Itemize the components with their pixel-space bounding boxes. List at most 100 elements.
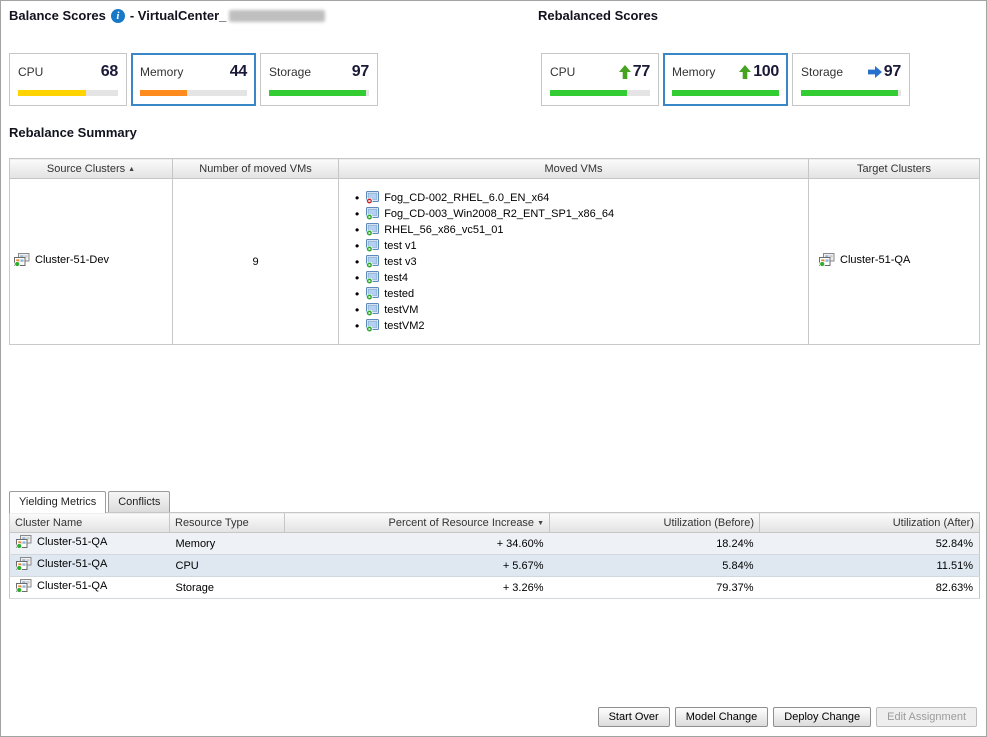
col-percent-increase[interactable]: Percent of Resource Increase▼ xyxy=(285,513,550,533)
col-resource-type[interactable]: Resource Type xyxy=(170,513,285,533)
rebalanced-scores-title: Rebalanced Scores xyxy=(538,8,658,23)
tab-yielding-metrics[interactable]: Yielding Metrics xyxy=(9,491,106,513)
score-bar xyxy=(801,90,901,96)
card-label: Storage xyxy=(269,65,311,79)
score-bar xyxy=(672,90,779,96)
resource-type-cell: Memory xyxy=(170,533,285,555)
vm-running-icon xyxy=(366,239,379,252)
sort-desc-icon: ▼ xyxy=(537,520,544,527)
score-bar xyxy=(18,90,118,96)
col-utilization-after[interactable]: Utilization (After) xyxy=(760,513,980,533)
card-value: 44 xyxy=(230,63,247,81)
start-over-button[interactable]: Start Over xyxy=(598,707,670,727)
target-cluster-cell: Cluster-51-QA xyxy=(809,179,980,345)
page-title: Balance Scores xyxy=(9,8,106,23)
utilization-before-cell: 79.37% xyxy=(550,577,760,599)
col-moved-vm-count[interactable]: Number of moved VMs xyxy=(173,159,339,179)
target-cluster-name: Cluster-51-QA xyxy=(840,254,910,266)
score-bar xyxy=(269,90,369,96)
percent-increase-cell: + 3.26% xyxy=(285,577,550,599)
col-cluster-name[interactable]: Cluster Name xyxy=(10,513,170,533)
card-label: CPU xyxy=(550,65,575,79)
cluster-icon xyxy=(16,557,32,571)
tab-conflicts[interactable]: Conflicts xyxy=(108,491,170,512)
arrow-right-icon xyxy=(868,66,882,78)
utilization-after-cell: 82.63% xyxy=(760,577,980,599)
col-moved-vms[interactable]: Moved VMs xyxy=(339,159,809,179)
score-bar xyxy=(140,90,247,96)
redacted-vcenter-name xyxy=(229,10,325,22)
arrow-up-icon xyxy=(619,65,631,79)
rebalanced-score-cards: CPU 77 Memory 100 Storage xyxy=(541,53,910,106)
card-value: 97 xyxy=(884,63,901,81)
resource-type-cell: CPU xyxy=(170,555,285,577)
vm-running-icon xyxy=(366,303,379,316)
utilization-after-cell: 52.84% xyxy=(760,533,980,555)
yielding-metrics-table: Cluster Name Resource Type Percent of Re… xyxy=(9,512,980,599)
cluster-name-cell: Cluster-51-QA xyxy=(10,533,170,555)
vm-running-icon xyxy=(366,207,379,220)
metrics-row[interactable]: Cluster-51-QA Storage + 3.26% 79.37% 82.… xyxy=(10,577,980,599)
rebalanced-card-storage[interactable]: Storage 97 xyxy=(792,53,910,106)
vm-running-icon xyxy=(366,287,379,300)
vm-running-icon xyxy=(366,319,379,332)
moved-vms-cell: Fog_CD-002_RHEL_6.0_EN_x64 Fog_CD-003_Wi… xyxy=(339,179,809,345)
source-cluster-name: Cluster-51-Dev xyxy=(35,254,109,266)
vm-list-item: test v3 xyxy=(355,254,804,270)
balance-card-cpu[interactable]: CPU 68 xyxy=(9,53,127,106)
vm-list-item: tested xyxy=(355,286,804,302)
percent-increase-cell: + 5.67% xyxy=(285,555,550,577)
rebalanced-card-cpu[interactable]: CPU 77 xyxy=(541,53,659,106)
cluster-icon xyxy=(14,253,30,267)
rebalance-summary-table: Source Clusters▲ Number of moved VMs Mov… xyxy=(9,158,980,345)
vm-list-item: test4 xyxy=(355,270,804,286)
card-label: Storage xyxy=(801,65,843,79)
arrow-up-icon xyxy=(739,65,751,79)
balance-scores-page: Balance Scores i - VirtualCenter_ Rebala… xyxy=(0,0,987,737)
vm-list-item: testVM2 xyxy=(355,318,804,334)
card-label: CPU xyxy=(18,65,43,79)
sort-asc-icon: ▲ xyxy=(128,166,135,173)
cluster-icon xyxy=(16,535,32,549)
metrics-row[interactable]: Cluster-51-QA Memory + 34.60% 18.24% 52.… xyxy=(10,533,980,555)
vm-running-icon xyxy=(366,255,379,268)
col-source-clusters[interactable]: Source Clusters▲ xyxy=(10,159,173,179)
card-value: 68 xyxy=(101,63,118,81)
balance-card-memory[interactable]: Memory 44 xyxy=(131,53,256,106)
vm-running-icon xyxy=(366,223,379,236)
summary-row[interactable]: Cluster-51-Dev 9 Fog_CD-002_RHEL_6.0_EN_… xyxy=(10,179,980,345)
moved-vm-count: 9 xyxy=(173,179,339,345)
rebalanced-card-memory[interactable]: Memory 100 xyxy=(663,53,788,106)
utilization-before-cell: 18.24% xyxy=(550,533,760,555)
deploy-change-button[interactable]: Deploy Change xyxy=(773,707,871,727)
metrics-row[interactable]: Cluster-51-QA CPU + 5.67% 5.84% 11.51% xyxy=(10,555,980,577)
vm-list-item: RHEL_56_x86_vc51_01 xyxy=(355,222,804,238)
cluster-icon xyxy=(819,253,835,267)
action-buttons: Start Over Model Change Deploy Change Ed… xyxy=(598,707,977,727)
resource-type-cell: Storage xyxy=(170,577,285,599)
vm-list-item: Fog_CD-002_RHEL_6.0_EN_x64 xyxy=(355,190,804,206)
vm-list-item: testVM xyxy=(355,302,804,318)
card-label: Memory xyxy=(672,65,715,79)
utilization-before-cell: 5.84% xyxy=(550,555,760,577)
cluster-name-cell: Cluster-51-QA xyxy=(10,555,170,577)
vcenter-label: - VirtualCenter_ xyxy=(130,8,227,23)
card-label: Memory xyxy=(140,65,183,79)
score-bar xyxy=(550,90,650,96)
balance-score-cards: CPU 68 Memory 44 Storage 97 xyxy=(9,53,378,106)
vm-list-item: test v1 xyxy=(355,238,804,254)
balance-card-storage[interactable]: Storage 97 xyxy=(260,53,378,106)
utilization-after-cell: 11.51% xyxy=(760,555,980,577)
edit-assignment-button[interactable]: Edit Assignment xyxy=(876,707,977,727)
model-change-button[interactable]: Model Change xyxy=(675,707,769,727)
source-cluster-cell: Cluster-51-Dev xyxy=(10,179,173,345)
col-target-clusters[interactable]: Target Clusters xyxy=(809,159,980,179)
info-icon[interactable]: i xyxy=(111,9,125,23)
cluster-icon xyxy=(16,579,32,593)
header: Balance Scores i - VirtualCenter_ Rebala… xyxy=(1,8,986,28)
card-value: 77 xyxy=(633,63,650,81)
vm-stopped-icon xyxy=(366,191,379,204)
card-value: 100 xyxy=(753,63,779,81)
col-utilization-before[interactable]: Utilization (Before) xyxy=(550,513,760,533)
moved-vm-list: Fog_CD-002_RHEL_6.0_EN_x64 Fog_CD-003_Wi… xyxy=(343,190,804,334)
